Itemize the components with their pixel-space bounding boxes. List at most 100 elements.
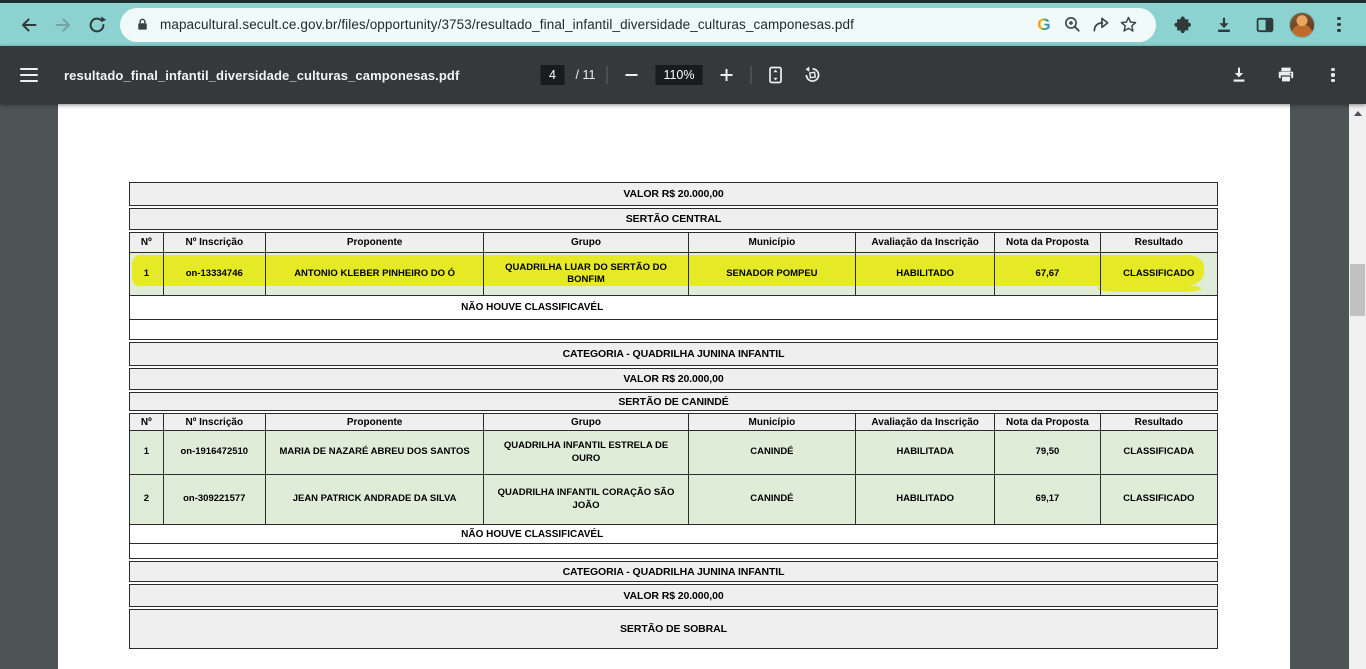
reload-icon bbox=[87, 15, 107, 35]
result-cell-0: 2 bbox=[130, 475, 164, 524]
result-cell-5: HABILITADO bbox=[856, 475, 995, 524]
result-cell-2: MARIA DE NAZARÉ ABREU DOS SANTOS bbox=[266, 431, 484, 474]
profile-avatar[interactable] bbox=[1289, 12, 1315, 38]
side-panel-icon bbox=[1255, 15, 1275, 35]
pdf-download-icon bbox=[1229, 65, 1249, 85]
address-bar[interactable]: mapacultural.secult.ce.gov.br/files/oppo… bbox=[120, 8, 1156, 42]
pdf-menu-more-button[interactable] bbox=[1320, 62, 1346, 88]
result-cell-1: on-309221577 bbox=[164, 475, 266, 524]
no-classified-row-label: NÃO HOUVE CLASSIFICAVÉL bbox=[130, 529, 934, 540]
region-row: SERTÃO DE SOBRAL bbox=[129, 609, 1218, 649]
result-cell-1: on-1916472510 bbox=[164, 431, 266, 474]
pdf-viewer: VALOR R$ 20.000,00SERTÃO CENTRALNºNº Ins… bbox=[0, 104, 1366, 669]
kebab-menu-icon bbox=[1337, 17, 1340, 32]
column-header-3: Grupo bbox=[484, 414, 688, 430]
column-header-7: Resultado bbox=[1101, 233, 1217, 252]
result-row: 1on-1916472510MARIA DE NAZARÉ ABREU DOS … bbox=[129, 430, 1218, 475]
value-row-label: VALOR R$ 20.000,00 bbox=[623, 373, 723, 385]
pdf-toolbar-left: resultado_final_infantil_diversidade_cul… bbox=[0, 68, 459, 83]
no-classified-row: NÃO HOUVE CLASSIFICAVÉL bbox=[129, 524, 1218, 544]
print-icon bbox=[1276, 65, 1296, 85]
side-panel-button[interactable] bbox=[1248, 8, 1282, 42]
share-icon bbox=[1091, 15, 1110, 34]
scrollbar-thumb[interactable] bbox=[1350, 264, 1365, 316]
column-header-6: Nota da Proposta bbox=[995, 233, 1100, 252]
result-cell-6: 69,17 bbox=[995, 475, 1100, 524]
forward-button[interactable] bbox=[46, 8, 80, 42]
pdf-page: VALOR R$ 20.000,00SERTÃO CENTRALNºNº Ins… bbox=[58, 104, 1290, 669]
share-button[interactable] bbox=[1086, 11, 1114, 39]
category-row: CATEGORIA - QUADRILHA JUNINA INFANTIL bbox=[129, 561, 1218, 582]
result-cell-3: QUADRILHA INFANTIL CORAÇÃO SÃO JOÃO bbox=[484, 475, 688, 524]
back-button[interactable] bbox=[12, 8, 46, 42]
back-icon bbox=[19, 15, 39, 35]
column-header-0: Nº bbox=[130, 233, 164, 252]
google-lens-button[interactable]: G bbox=[1030, 11, 1058, 39]
value-row: VALOR R$ 20.000,00 bbox=[129, 182, 1218, 206]
result-cell-2: JEAN PATRICK ANDRADE DA SILVA bbox=[266, 475, 484, 524]
rotate-button[interactable] bbox=[799, 62, 825, 88]
download-icon bbox=[1214, 15, 1234, 35]
category-row-label: CATEGORIA - QUADRILHA JUNINA INFANTIL bbox=[563, 566, 785, 578]
pdf-download-button[interactable] bbox=[1226, 62, 1252, 88]
pdf-print-button[interactable] bbox=[1273, 62, 1299, 88]
rotate-icon bbox=[802, 65, 822, 85]
result-cell-6: 79,50 bbox=[995, 431, 1100, 474]
magnifier-plus-icon bbox=[1063, 15, 1082, 34]
fit-page-button[interactable] bbox=[762, 62, 788, 88]
column-header-6: Nota da Proposta bbox=[995, 414, 1100, 430]
column-header-4: Município bbox=[689, 414, 856, 430]
result-cell-6: 67,67 bbox=[995, 253, 1100, 295]
result-cell-5: HABILITADA bbox=[856, 431, 995, 474]
region-row-label: SERTÃO CENTRAL bbox=[626, 213, 721, 225]
url-text[interactable]: mapacultural.secult.ce.gov.br/files/oppo… bbox=[160, 17, 1030, 32]
no-classified-row: NÃO HOUVE CLASSIFICAVÉL bbox=[129, 295, 1218, 320]
bookmark-button[interactable] bbox=[1114, 11, 1142, 39]
zoom-out-button[interactable] bbox=[618, 62, 644, 88]
browser-toolbar: mapacultural.secult.ce.gov.br/files/oppo… bbox=[0, 3, 1366, 46]
zoom-level-input[interactable]: 110% bbox=[655, 65, 702, 85]
column-header-7: Resultado bbox=[1101, 414, 1217, 430]
column-header-3: Grupo bbox=[484, 233, 688, 252]
page-count-label: / 11 bbox=[576, 68, 596, 82]
reload-button[interactable] bbox=[80, 8, 114, 42]
result-cell-4: CANINDÉ bbox=[689, 475, 856, 524]
value-row: VALOR R$ 20.000,00 bbox=[129, 368, 1218, 390]
result-cell-4: SENADOR POMPEU bbox=[689, 253, 856, 295]
downloads-button[interactable] bbox=[1207, 8, 1241, 42]
browser-menu-button[interactable] bbox=[1322, 8, 1356, 42]
pdf-menu-button[interactable] bbox=[20, 68, 38, 82]
forward-icon bbox=[53, 15, 73, 35]
region-row-label: SERTÃO DE CANINDÉ bbox=[618, 396, 728, 408]
result-cell-7: CLASSIFICADO bbox=[1101, 253, 1217, 295]
result-cell-3: QUADRILHA LUAR DO SERTÃO DO BONFIM bbox=[484, 253, 688, 295]
star-icon bbox=[1119, 15, 1138, 34]
pdf-page-controls: 4 / 11 110% bbox=[541, 46, 826, 104]
column-header-5: Avaliação da Inscrição bbox=[856, 233, 995, 252]
result-cell-7: CLASSIFICADA bbox=[1101, 431, 1217, 474]
category-row-label: CATEGORIA - QUADRILHA JUNINA INFANTIL bbox=[563, 348, 785, 360]
result-cell-3: QUADRILHA INFANTIL ESTRELA DE OURO bbox=[484, 431, 688, 474]
column-header-1: Nº Inscrição bbox=[164, 414, 266, 430]
extensions-button[interactable] bbox=[1166, 8, 1200, 42]
value-row-label: VALOR R$ 20.000,00 bbox=[623, 590, 723, 602]
result-cell-4: CANINDÉ bbox=[689, 431, 856, 474]
page-number-input[interactable]: 4 bbox=[541, 65, 565, 85]
google-g-icon: G bbox=[1037, 15, 1050, 35]
results-table: VALOR R$ 20.000,00SERTÃO CENTRALNºNº Ins… bbox=[129, 182, 1218, 649]
column-header-0: Nº bbox=[130, 414, 164, 430]
column-header-5: Avaliação da Inscrição bbox=[856, 414, 995, 430]
no-classified-row-label: NÃO HOUVE CLASSIFICAVÉL bbox=[130, 302, 934, 313]
scroll-up-arrow-icon[interactable] bbox=[1354, 111, 1362, 116]
region-row: SERTÃO CENTRAL bbox=[129, 208, 1218, 230]
zoom-in-button[interactable] bbox=[713, 62, 739, 88]
zoom-page-button[interactable] bbox=[1058, 11, 1086, 39]
kebab-menu-icon bbox=[1331, 68, 1334, 83]
value-row: VALOR R$ 20.000,00 bbox=[129, 584, 1218, 607]
chrome-actions bbox=[1166, 8, 1356, 42]
pdf-toolbar-right bbox=[1226, 62, 1366, 88]
column-header-1: Nº Inscrição bbox=[164, 233, 266, 252]
column-header-row: NºNº InscriçãoProponenteGrupoMunicípioAv… bbox=[129, 413, 1218, 431]
scrollbar[interactable] bbox=[1349, 104, 1366, 669]
pdf-toolbar: resultado_final_infantil_diversidade_cul… bbox=[0, 46, 1366, 104]
